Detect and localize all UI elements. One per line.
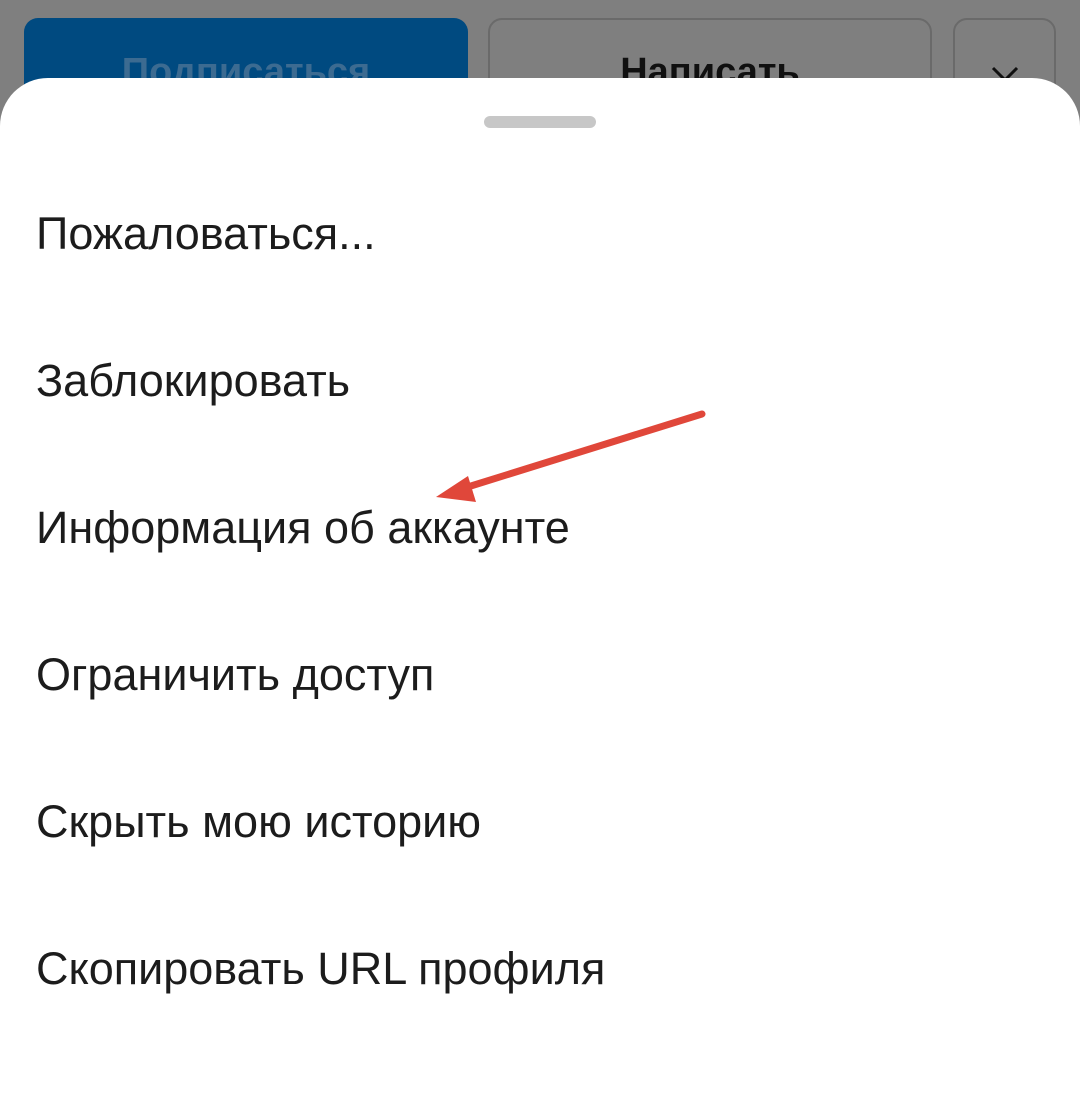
menu-item-label: Скопировать URL профиля (36, 942, 606, 994)
menu-item-copy-url[interactable]: Скопировать URL профиля (0, 895, 1080, 1042)
menu-item-block[interactable]: Заблокировать (0, 307, 1080, 454)
bottom-sheet: Пожаловаться... Заблокировать Информация… (0, 78, 1080, 1108)
menu-item-label: Заблокировать (36, 354, 351, 406)
menu-item-label: Ограничить доступ (36, 648, 435, 700)
menu-item-label: Скрыть мою историю (36, 795, 482, 847)
menu-item-account-info[interactable]: Информация об аккаунте (0, 454, 1080, 601)
drag-handle[interactable] (484, 116, 596, 128)
menu-item-label: Информация об аккаунте (36, 501, 570, 553)
menu-item-report[interactable]: Пожаловаться... (0, 160, 1080, 307)
menu-item-hide-story[interactable]: Скрыть мою историю (0, 748, 1080, 895)
sheet-menu: Пожаловаться... Заблокировать Информация… (0, 160, 1080, 1042)
menu-item-label: Пожаловаться... (36, 207, 376, 259)
menu-item-restrict[interactable]: Ограничить доступ (0, 601, 1080, 748)
